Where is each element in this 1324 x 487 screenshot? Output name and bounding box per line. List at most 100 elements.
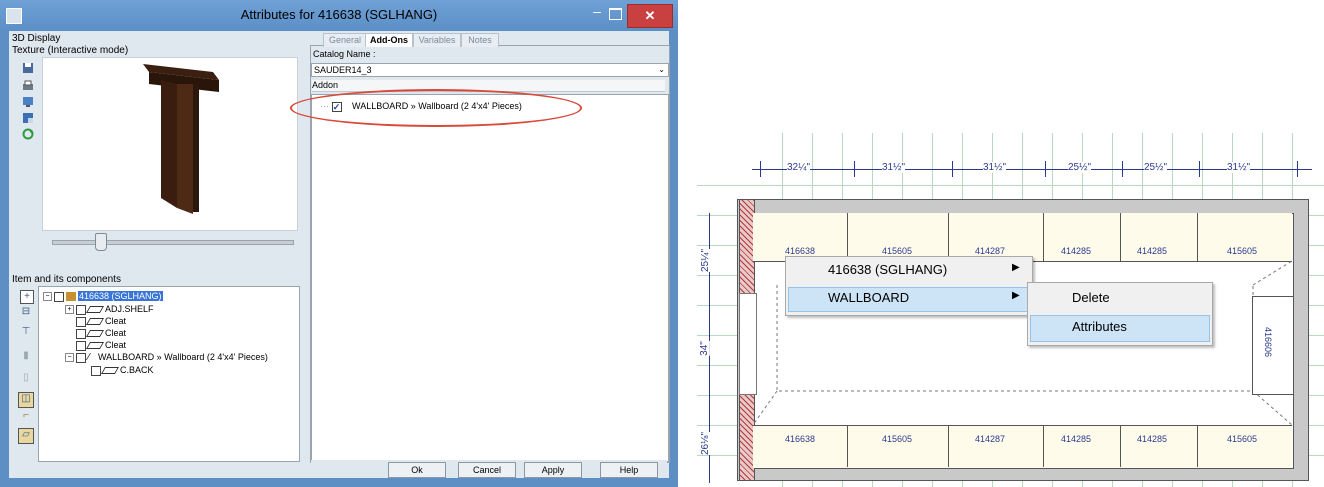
angle-icon[interactable]: ⌐	[20, 410, 32, 422]
expand-icon[interactable]: +	[20, 290, 34, 304]
dimension-label: 25¼"	[700, 248, 712, 273]
submenu-arrow-icon: ▶	[1012, 290, 1020, 301]
zoom-slider-track[interactable]	[52, 240, 294, 245]
display-label: 3D Display	[12, 33, 61, 44]
addon-node-icon: ⁄	[88, 352, 90, 364]
dimension-label: 25½"	[1144, 162, 1168, 173]
cabinet-code[interactable]: 414285	[1137, 434, 1167, 444]
tree-item[interactable]: C.BACK	[91, 365, 154, 376]
menu-item-416638[interactable]: 416638 (SGLHANG)	[828, 262, 947, 277]
tree-checkbox[interactable]	[76, 304, 86, 315]
tree-checkbox[interactable]	[76, 352, 86, 363]
save-icon[interactable]	[22, 62, 34, 74]
tree-checkbox[interactable]	[76, 316, 86, 327]
dimension-label: 26⅛"	[700, 431, 712, 456]
cabinet-code[interactable]: 414285	[1061, 246, 1091, 256]
apply-button[interactable]: Apply	[524, 462, 582, 478]
bottom-cabinet-run	[753, 425, 1292, 468]
refresh-icon[interactable]	[22, 128, 34, 140]
tab-variables[interactable]: Variables	[413, 33, 461, 47]
top-cabinet-run	[753, 213, 1292, 261]
cabinet-icon[interactable]: ◫	[18, 392, 34, 408]
cabinet-code[interactable]: 416606	[1263, 327, 1273, 357]
tree-checkbox[interactable]	[54, 291, 64, 302]
tree-item-label: Cleat	[105, 340, 127, 350]
catalog-select[interactable]: SAUDER14_3 ⌄	[311, 63, 669, 77]
tree-checkbox[interactable]	[91, 365, 101, 376]
paste-icon[interactable]: ▮	[20, 350, 32, 362]
context-menu: 416638 (SGLHANG) ▶ WALLBOARD ▶	[785, 256, 1033, 316]
cleat-node-icon	[85, 318, 105, 326]
cancel-button[interactable]: Cancel	[458, 462, 516, 478]
dimension-label: 25½"	[1068, 162, 1092, 173]
texture-label: Texture (Interactive mode)	[12, 45, 129, 56]
frame-right	[669, 31, 678, 487]
dimension-label: 31½"	[1227, 162, 1251, 173]
cabinet-code[interactable]: 415605	[882, 246, 912, 256]
cabinet-code[interactable]: 416638	[785, 246, 815, 256]
submenu: Delete Attributes	[1027, 282, 1213, 346]
tree-item[interactable]: + ADJ.SHELF	[65, 304, 154, 315]
highlight-oval	[290, 89, 582, 127]
monitor-icon[interactable]	[22, 96, 34, 108]
help-button[interactable]: Help	[600, 462, 658, 478]
components-label: Item and its components	[12, 274, 121, 285]
addon-list[interactable]: ··· ✓ WALLBOARD » Wallboard (2 4'x4' Pie…	[311, 94, 669, 462]
maximize-button[interactable]	[609, 8, 622, 20]
tree-item[interactable]: − ⁄ WALLBOARD » Wallboard (2 4'x4' Pieces)	[65, 352, 268, 363]
dimension-label: 31½"	[983, 162, 1007, 173]
close-button[interactable]: ✕	[627, 4, 673, 28]
frame-left	[0, 31, 9, 487]
dimension-label: 32¼"	[787, 162, 811, 173]
zoom-slider-thumb[interactable]	[95, 233, 107, 251]
components-tree[interactable]: − 416638 (SGLHANG) + ADJ.SHELF Cleat Cleat…	[38, 286, 300, 462]
panel-icon[interactable]: ▱	[18, 428, 34, 444]
tree-item-label: WALLBOARD » Wallboard (2 4'x4' Pieces)	[98, 352, 268, 362]
menu-item-delete[interactable]: Delete	[1072, 290, 1110, 305]
menu-item-attributes[interactable]: Attributes	[1072, 319, 1127, 334]
ok-button[interactable]: Ok	[388, 462, 446, 478]
dimension-label: 34"	[698, 341, 710, 356]
tree-item[interactable]: Cleat	[76, 340, 126, 351]
print-icon[interactable]	[22, 80, 34, 92]
texture-icon[interactable]	[22, 112, 34, 124]
dialog-title: Attributes for 416638 (SGLHANG)	[240, 7, 438, 22]
tree-item-label: Cleat	[105, 316, 127, 326]
tab-notes[interactable]: Notes	[461, 33, 499, 47]
tree-item-label: C.BACK	[120, 365, 154, 375]
cabinet-code[interactable]: 415605	[1227, 434, 1257, 444]
tree-item-label: Cleat	[105, 328, 127, 338]
floor-plan[interactable]: 416638 415605 414287 414285 414285 41560…	[697, 133, 1324, 487]
collapse-node-icon[interactable]: −	[43, 292, 52, 302]
cabinet-code[interactable]: 414287	[975, 246, 1005, 256]
hierarchy-icon[interactable]: ⊤	[20, 326, 32, 338]
cabinet-code[interactable]: 415605	[1227, 246, 1257, 256]
menu-item-wallboard[interactable]: WALLBOARD	[828, 290, 909, 305]
back-node-icon	[100, 367, 120, 375]
wallboard-3d-model	[143, 64, 219, 214]
cabinet-code[interactable]: 415605	[882, 434, 912, 444]
tab-add-ons[interactable]: Add-Ons	[365, 33, 413, 47]
cleat-node-icon	[85, 342, 105, 350]
tree-item-root[interactable]: − 416638 (SGLHANG)	[43, 291, 163, 302]
copy-icon[interactable]: ▯	[20, 372, 32, 384]
expand-node-icon[interactable]: +	[65, 305, 74, 315]
cabinet-code[interactable]: 414287	[975, 434, 1005, 444]
tree-checkbox[interactable]	[76, 340, 86, 351]
tree-item[interactable]: Cleat	[76, 316, 126, 327]
cabinet-code[interactable]: 414285	[1137, 246, 1167, 256]
collapse-icon[interactable]: ⊟	[20, 306, 32, 318]
cabinet-code[interactable]: 416638	[785, 434, 815, 444]
3d-preview[interactable]	[42, 57, 298, 231]
tree-item-label: ADJ.SHELF	[105, 304, 154, 314]
catalog-label: Catalog Name :	[313, 49, 376, 59]
tree-checkbox[interactable]	[76, 328, 86, 339]
tab-general[interactable]: General	[323, 33, 367, 47]
cabinet-code[interactable]: 414285	[1061, 434, 1091, 444]
tree-item-label: 416638 (SGLHANG)	[78, 291, 163, 301]
collapse-node-icon[interactable]: −	[65, 353, 74, 363]
minimize-button[interactable]: –	[589, 4, 605, 20]
catalog-value: SAUDER14_3	[314, 65, 372, 75]
tree-item[interactable]: Cleat	[76, 328, 126, 339]
cabinet-node-icon	[66, 292, 76, 302]
